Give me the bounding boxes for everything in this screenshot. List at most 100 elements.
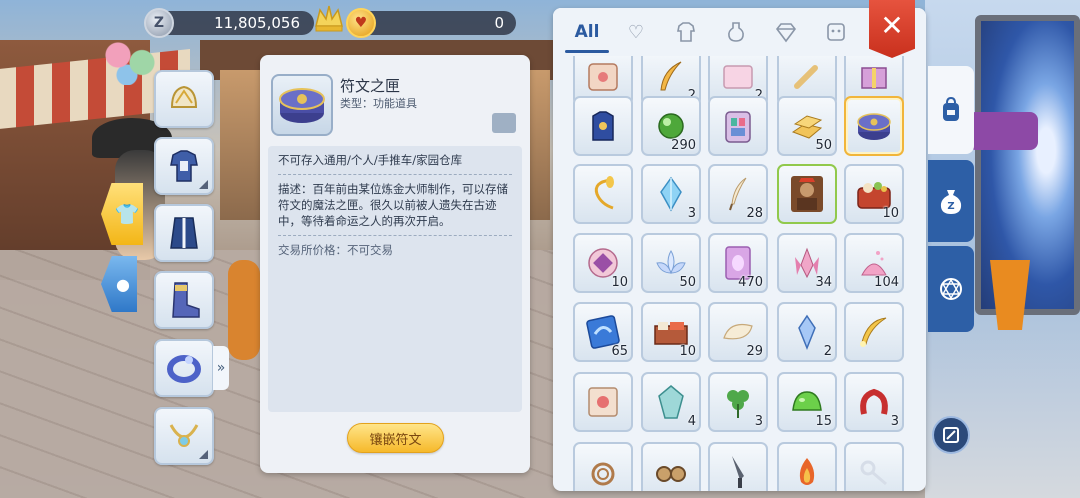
equip-slot-shoes[interactable] [154, 271, 214, 329]
embed-rune-button[interactable]: 镶嵌符文 [347, 423, 444, 453]
gold-amount: 0 [494, 14, 504, 32]
ice-shard-icon [798, 314, 816, 351]
dagger-icon [732, 456, 744, 488]
zeny-counter[interactable]: Z 11,805,056 [144, 8, 314, 38]
expand-arrow-icon[interactable]: » [213, 346, 229, 390]
inventory-slot[interactable]: 4 [641, 372, 701, 432]
clover-icon [727, 390, 749, 418]
inventory-slot[interactable] [708, 96, 768, 156]
monster-card-icon [791, 176, 823, 212]
equip-slot-accessory-necklace[interactable] [154, 407, 214, 465]
inventory-slot[interactable] [777, 164, 837, 224]
item-quantity: 104 [874, 275, 899, 290]
inventory-slot[interactable] [573, 96, 633, 156]
item-quantity: 470 [738, 275, 763, 290]
inventory-slot[interactable] [708, 442, 768, 491]
item-quantity: 3 [687, 206, 696, 221]
inventory-slot[interactable] [777, 442, 837, 491]
side-tab-bag[interactable] [928, 66, 974, 154]
equip-slot-armor[interactable] [154, 137, 214, 195]
equipped-marker [199, 180, 208, 189]
tab-consumables[interactable] [721, 18, 751, 46]
equip-slot-garment[interactable] [154, 204, 214, 262]
inventory-slot[interactable] [573, 164, 633, 224]
item-quantity: 10 [679, 344, 696, 359]
boots-icon [172, 282, 200, 318]
inventory-slot[interactable]: 3 [708, 372, 768, 432]
equipped-marker [199, 450, 208, 459]
tab-materials[interactable] [771, 18, 801, 46]
storage-tray-icon[interactable] [492, 113, 516, 133]
equip-slot-accessory-ring[interactable] [154, 339, 214, 397]
tab-cards[interactable] [821, 18, 851, 46]
side-tab-zeny-bag[interactable]: Z [928, 160, 974, 242]
side-tab-rune[interactable] [928, 246, 974, 332]
key-icon [860, 460, 887, 486]
inventory-slot[interactable] [573, 442, 633, 491]
item-quantity: 290 [671, 138, 696, 153]
tab-equipment[interactable] [671, 18, 701, 46]
balloons [100, 35, 160, 85]
item-quantity: 15 [815, 414, 832, 429]
item-quantity: 65 [611, 344, 628, 359]
inventory-slot[interactable]: 3 [844, 372, 904, 432]
item-type: 类型：功能道具 [340, 97, 417, 110]
screenshot-icon [943, 427, 959, 443]
inventory-slot[interactable] [844, 96, 904, 156]
inventory-slot[interactable]: 104 [844, 233, 904, 293]
inventory-slot[interactable]: 34 [777, 233, 837, 293]
player-character [228, 260, 260, 360]
item-quantity: 10 [882, 206, 899, 221]
gold-feather-icon [860, 317, 887, 347]
equip-slot-headgear[interactable] [154, 70, 214, 128]
rune-circle-icon [940, 278, 962, 300]
item-quantity: 2 [823, 344, 832, 359]
inventory-slot[interactable]: 50 [777, 96, 837, 156]
person-icon: ● [116, 274, 130, 294]
inventory-slot[interactable]: 3 [641, 164, 701, 224]
tab-all[interactable]: All [565, 18, 609, 46]
zeny-amount: 11,805,056 [214, 14, 300, 32]
golden-whip-icon [594, 176, 614, 210]
card-icon [827, 23, 845, 41]
trade-price-text: 交易所价格：不可交易 [278, 243, 393, 257]
inventory-slot[interactable]: 470 [708, 233, 768, 293]
close-button[interactable]: ✕ [869, 0, 915, 58]
armor-icon [677, 22, 695, 42]
gold-coin-icon: ♥ [346, 8, 376, 38]
tab-favorites[interactable]: ♡ [621, 18, 651, 46]
bone-icon [794, 65, 818, 89]
inventory-slot[interactable] [641, 442, 701, 491]
gem-icon [775, 23, 797, 43]
heart-icon: ♡ [627, 21, 645, 43]
item-quantity: 28 [746, 206, 763, 221]
item-description: 描述：百年前由某位炼金大师制作，可以存储符文的魔法之匣。很久以前被人遗失在古迹中… [278, 175, 512, 236]
inventory-slot[interactable] [844, 302, 904, 362]
portal-strap [968, 112, 1038, 150]
box-icon [723, 65, 753, 89]
rope-icon [591, 462, 615, 486]
inventory-slot[interactable]: 10 [844, 164, 904, 224]
screenshot-button[interactable] [932, 416, 970, 454]
item-quantity: 3 [890, 414, 899, 429]
inventory-slot[interactable]: 29 [708, 302, 768, 362]
item-quantity: 50 [679, 275, 696, 290]
rune-box-icon [279, 88, 325, 123]
inventory-slot[interactable]: 65 [573, 302, 633, 362]
gold-counter[interactable]: ♥ 0 [346, 8, 516, 38]
inventory-slot[interactable] [573, 372, 633, 432]
gift-icon [861, 67, 887, 89]
inventory-slot[interactable]: 10 [641, 302, 701, 362]
inventory-grid: 222905032810105047034104651029243153 [553, 56, 926, 491]
money-bag-icon: Z [940, 190, 962, 214]
potion-icon [728, 22, 744, 42]
inventory-slot[interactable]: 50 [641, 233, 701, 293]
item-quantity: 10 [611, 275, 628, 290]
inventory-slot[interactable]: 15 [777, 372, 837, 432]
inventory-slot[interactable]: 2 [777, 302, 837, 362]
inventory-slot[interactable]: 290 [641, 96, 701, 156]
inventory-slot[interactable]: 10 [573, 233, 633, 293]
aqua-gem-icon [658, 385, 684, 419]
inventory-slot[interactable]: 28 [708, 164, 768, 224]
inventory-slot[interactable] [844, 442, 904, 491]
